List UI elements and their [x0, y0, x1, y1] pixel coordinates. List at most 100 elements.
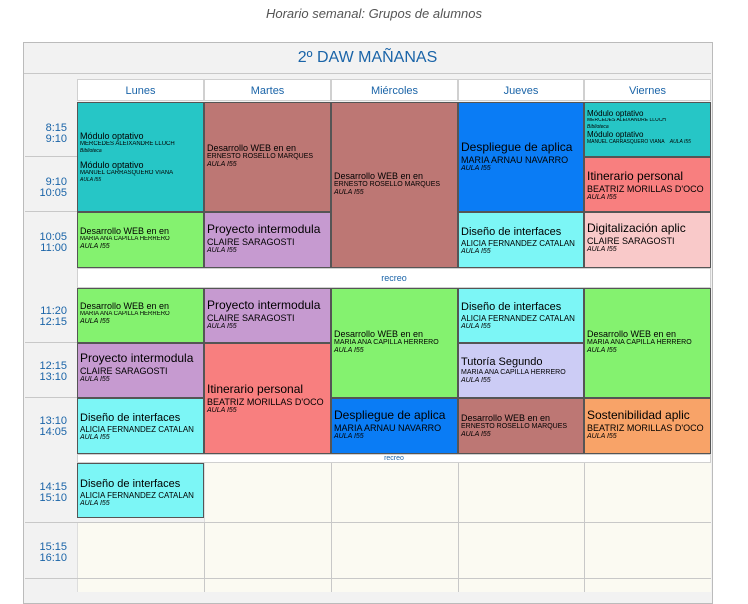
day-header-lunes: Lunes	[77, 79, 204, 101]
class-block[interactable]: Proyecto intermodula CLAIRE SARAGOSTI AU…	[77, 343, 204, 398]
class-block[interactable]: Diseño de interfaces ALICIA FERNANDEZ CA…	[458, 288, 584, 343]
class-subject: Despliegue de aplica	[334, 409, 446, 422]
time-slot: 14:15 15:10	[25, 482, 77, 504]
class-teacher: MARIA ANA CAPILLA HERRERO	[334, 339, 439, 347]
break-label: recreo	[384, 455, 404, 462]
class-block[interactable]: Proyecto intermodula CLAIRE SARAGOSTI AU…	[204, 288, 331, 343]
class-room: AULA I55	[80, 318, 110, 326]
class-block[interactable]: Diseño de interfaces ALICIA FERNANDEZ CA…	[77, 463, 204, 518]
class-block[interactable]: Diseño de interfaces ALICIA FERNANDEZ CA…	[77, 398, 204, 454]
class-block[interactable]: Proyecto intermodula CLAIRE SARAGOSTI AU…	[204, 212, 331, 268]
class-block[interactable]: Módulo optativo MERCEDES ALEIXANDRE LLUC…	[584, 102, 711, 157]
class-room: AULA I55	[334, 347, 364, 355]
empty-slot	[77, 523, 711, 578]
break-label: recreo	[381, 273, 407, 283]
class-teacher: BEATRIZ MORILLAS D'OCO	[587, 422, 704, 433]
class-room: AULA I55	[207, 247, 237, 255]
time-slot: 12:15 13:10	[25, 361, 77, 383]
class-teacher: MANUEL CARRASQUERO VIANA	[80, 170, 174, 177]
class-block[interactable]: Módulo optativo MERCEDES ALEIXANDRE LLUC…	[77, 102, 204, 157]
time-slot: 11:20 12:15	[25, 306, 77, 328]
class-room: AULA I55	[80, 376, 110, 384]
class-subject: Itinerario personal	[207, 383, 304, 396]
time-end: 11:00	[40, 242, 67, 254]
class-room: AULA I55	[207, 407, 237, 415]
break-row: recreo	[77, 454, 711, 463]
class-block[interactable]: Desarrollo WEB en en MARIA ANA CAPILLA H…	[77, 212, 204, 268]
class-subject: Desarrollo WEB en en	[587, 329, 677, 339]
class-room: Biblioteca	[80, 148, 102, 155]
class-teacher: MARIA ARNAU NAVARRO	[334, 422, 442, 433]
class-block[interactable]: Desarrollo WEB en en ERNESTO ROSELLO MAR…	[204, 102, 331, 212]
class-block[interactable]: Sostenibilidad aplic BEATRIZ MORILLAS D'…	[584, 398, 711, 454]
class-block[interactable]: Itinerario personal BEATRIZ MORILLAS D'O…	[204, 343, 331, 454]
class-subject: Desarrollo WEB en en	[80, 301, 170, 311]
class-room: AULA I55	[334, 433, 364, 441]
class-room: AULA I55	[461, 165, 491, 173]
class-teacher: CLAIRE SARAGOSTI	[80, 365, 168, 376]
class-room: AULA I55	[80, 243, 110, 251]
class-room: AULA I55	[587, 194, 617, 202]
column-divider	[204, 523, 205, 592]
class-block[interactable]: Desarrollo WEB en en MARIA ANA CAPILLA H…	[584, 288, 711, 398]
class-room: AULA I55	[669, 139, 691, 146]
class-subject: Despliegue de aplica	[461, 141, 573, 154]
class-teacher: MANUEL CARRASQUERO VIANA AULA I55	[587, 139, 708, 146]
class-teacher: CLAIRE SARAGOSTI	[207, 236, 295, 247]
class-block[interactable]: Desarrollo WEB en en MARIA ANA CAPILLA H…	[77, 288, 204, 343]
time-end: 13:10	[39, 371, 67, 383]
time-end: 12:15	[39, 316, 67, 328]
class-teacher: ERNESTO ROSELLO MARQUES	[461, 423, 568, 431]
class-block[interactable]: Digitalización aplic CLAIRE SARAGOSTI AU…	[584, 212, 711, 268]
class-block[interactable]: Despliegue de aplica MARIA ARNAU NAVARRO…	[331, 398, 458, 454]
class-subject: Módulo optativo	[80, 160, 144, 170]
class-teacher: MARIA ANA CAPILLA HERRERO	[80, 236, 170, 243]
class-teacher: MARIA ANA CAPILLA HERRERO	[461, 368, 566, 376]
class-teacher: MERCEDES ALEIXANDRE LLUCH	[80, 141, 175, 148]
empty-slot	[77, 579, 711, 592]
time-slot: 8:15 9:10	[25, 123, 77, 145]
class-block[interactable]: Tutoría Segundo MARIA ANA CAPILLA HERRER…	[458, 343, 584, 398]
class-block[interactable]: Desarrollo WEB en en MARIA ANA CAPILLA H…	[331, 288, 458, 398]
class-block[interactable]: Itinerario personal BEATRIZ MORILLAS D'O…	[584, 157, 711, 212]
class-block[interactable]: Despliegue de aplica MARIA ARNAU NAVARRO…	[458, 102, 584, 212]
break-row: recreo	[77, 268, 711, 288]
class-subject: Desarrollo WEB en en	[461, 413, 551, 423]
class-room: AULA I55	[334, 189, 364, 197]
class-subject: Diseño de interfaces	[80, 412, 181, 424]
class-teacher: ALICIA FERNANDEZ CATALAN	[461, 313, 575, 323]
day-header-miercoles: Miércoles	[331, 79, 458, 101]
column-divider	[331, 463, 332, 592]
class-subject: Desarrollo WEB en en	[207, 143, 297, 153]
class-subject: Módulo optativo	[80, 131, 144, 141]
class-subject: Módulo optativo	[587, 109, 644, 118]
class-room: AULA I55	[207, 161, 237, 169]
class-subject: Itinerario personal	[587, 170, 684, 183]
time-slot: 15:15 16:10	[25, 542, 77, 564]
day-header-martes: Martes	[204, 79, 331, 101]
class-block[interactable]: Diseño de interfaces ALICIA FERNANDEZ CA…	[458, 212, 584, 268]
class-subject: Desarrollo WEB en en	[334, 329, 424, 339]
class-room: AULA I55	[461, 376, 491, 384]
class-block[interactable]: Desarrollo WEB en en ERNESTO ROSELLO MAR…	[331, 102, 458, 268]
class-teacher: MARIA ARNAU NAVARRO	[461, 154, 569, 165]
class-subject: Sostenibilidad aplic	[587, 409, 690, 422]
time-end: 9:10	[45, 133, 67, 145]
class-room: AULA I55	[80, 433, 110, 441]
class-room: AULA I55	[80, 499, 110, 507]
class-teacher-name: MANUEL CARRASQUERO VIANA	[587, 139, 665, 146]
class-teacher: ALICIA FERNANDEZ CATALAN	[80, 424, 194, 434]
class-teacher: ERNESTO ROSELLO MARQUES	[207, 153, 314, 161]
class-teacher: BEATRIZ MORILLAS D'OCO	[207, 396, 324, 407]
class-room: AULA I55	[461, 322, 491, 330]
day-header-viernes: Viernes	[584, 79, 711, 101]
class-room: AULA I55	[461, 247, 491, 255]
class-teacher: ALICIA FERNANDEZ CATALAN	[461, 238, 575, 248]
class-block[interactable]: Módulo optativo MANUEL CARRASQUERO VIANA…	[77, 156, 204, 212]
class-subject: Proyecto intermodula	[207, 299, 321, 312]
class-teacher: CLAIRE SARAGOSTI	[587, 235, 675, 246]
class-subject: Diseño de interfaces	[461, 301, 562, 313]
time-end: 10:05	[39, 187, 67, 199]
class-teacher: MARIA ANA CAPILLA HERRERO	[80, 311, 170, 318]
class-block[interactable]: Desarrollo WEB en en ERNESTO ROSELLO MAR…	[458, 398, 584, 454]
